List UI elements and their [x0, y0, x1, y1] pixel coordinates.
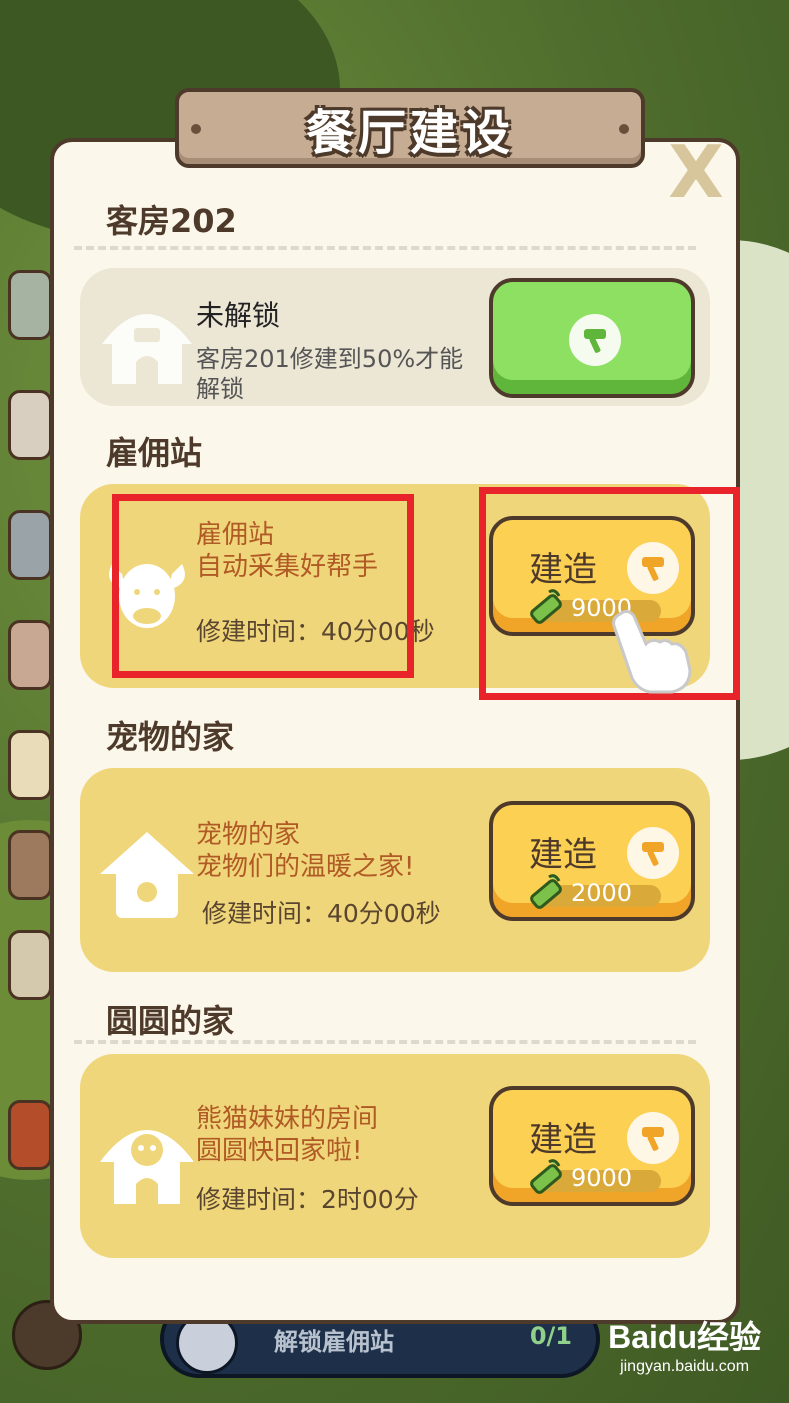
unlock-requirement: 客房201修建到50%才能解锁: [196, 345, 464, 403]
section-title-room202: 客房202: [106, 202, 237, 240]
build-cost: 2000: [571, 879, 633, 907]
birdhouse-icon: [92, 818, 202, 928]
dialog-title: 餐厅建设: [305, 105, 514, 161]
hammer-icon: [627, 827, 679, 879]
highlight-box-description: [112, 494, 414, 678]
nail-icon: [191, 124, 201, 134]
building-description: 圆圆快回家啦!: [196, 1136, 363, 1166]
build-time: 修建时间：40分00秒: [202, 899, 441, 928]
close-button[interactable]: X: [664, 136, 728, 208]
bamboo-icon: [523, 871, 569, 917]
build-button-yuanyuan-home[interactable]: 建造 9000: [489, 1086, 695, 1206]
baidu-watermark: Baidu经验 jingyan.baidu.com: [608, 1312, 761, 1376]
house-icon: [92, 284, 202, 394]
building-description: 宠物们的温暖之家!: [196, 852, 415, 882]
build-button-label: 建造: [529, 835, 597, 875]
task-label: 解锁雇佣站: [274, 1328, 394, 1356]
panda-house-icon: [92, 1104, 202, 1214]
bamboo-icon: [523, 1156, 569, 1202]
section-title-pet-home: 宠物的家: [106, 718, 235, 756]
divider: [74, 1040, 696, 1044]
watermark-logo: Baidu经验: [608, 1319, 761, 1355]
watermark-url: jingyan.baidu.com: [620, 1358, 750, 1375]
task-count: 0/1: [529, 1322, 572, 1350]
hammer-icon: [627, 1112, 679, 1164]
build-button-pet-home[interactable]: 建造 2000: [489, 801, 695, 921]
locked-status: 未解锁: [196, 299, 281, 332]
locked-build-button[interactable]: [489, 278, 695, 398]
section-title-hiring-station: 雇佣站: [106, 434, 203, 472]
build-time: 修建时间：2时00分: [196, 1185, 419, 1214]
divider: [74, 246, 696, 250]
section-title-yuanyuan-home: 圆圆的家: [106, 1002, 235, 1040]
dialog-title-plate: 餐厅建设: [175, 88, 645, 168]
build-cost: 9000: [571, 1164, 633, 1192]
close-icon: X: [668, 130, 724, 214]
hammer-icon: [569, 314, 621, 366]
build-button-label: 建造: [529, 1120, 597, 1160]
tap-hand-icon: [606, 608, 696, 694]
nail-icon: [619, 124, 629, 134]
